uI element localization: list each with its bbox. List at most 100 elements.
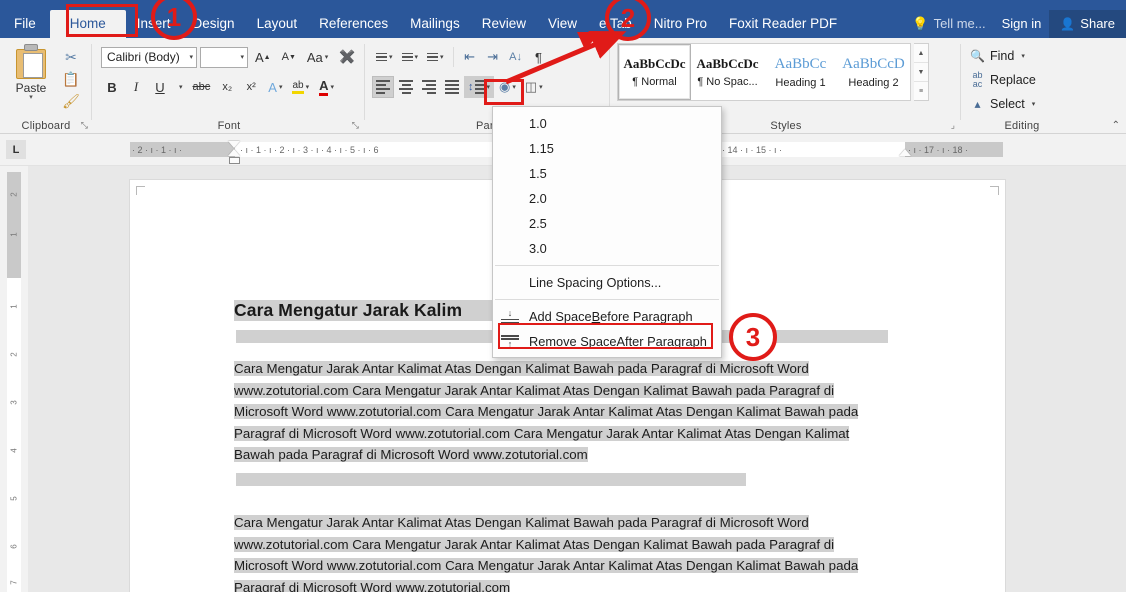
- clear-formatting-icon[interactable]: ✖️: [335, 46, 359, 68]
- tab-file[interactable]: File: [0, 10, 50, 38]
- vruler-tick: 1: [9, 304, 19, 309]
- change-case-button[interactable]: Aa ▾: [303, 46, 332, 68]
- annotation-step-2-label: 2: [620, 2, 636, 33]
- copy-icon[interactable]: 📋: [56, 68, 86, 90]
- cut-icon[interactable]: ✂: [56, 46, 86, 68]
- styles-gallery-scroll[interactable]: ▲ ▼ ≡: [914, 43, 929, 101]
- numbered-list-icon[interactable]: ▾: [398, 46, 423, 68]
- chevron-down-icon[interactable]: ▾: [1021, 52, 1025, 60]
- divider: [91, 44, 92, 120]
- menu-item-1-0[interactable]: 1.0: [493, 111, 721, 136]
- lightbulb-icon: 💡: [912, 16, 929, 31]
- grow-font-button[interactable]: A ▲: [251, 46, 275, 68]
- clipboard-small-buttons: ✂ 📋 🖌: [56, 46, 86, 112]
- annotation-step-1-label: 1: [166, 1, 182, 32]
- bullet-list-icon[interactable]: ▾: [372, 46, 397, 68]
- left-indent-marker[interactable]: [229, 157, 240, 164]
- menu-item-3-0[interactable]: 3.0: [493, 236, 721, 261]
- chevron-down-icon[interactable]: ▾: [1032, 100, 1036, 108]
- right-indent-marker[interactable]: [899, 149, 911, 156]
- tab-stop-selector[interactable]: L: [6, 140, 26, 159]
- paste-dropdown-caret[interactable]: ▾: [8, 94, 54, 101]
- find-label: Find: [990, 49, 1015, 63]
- align-left-icon[interactable]: [372, 76, 394, 98]
- decrease-indent-icon[interactable]: ⇤: [459, 46, 481, 68]
- gallery-more-icon[interactable]: ≡: [914, 82, 928, 100]
- italic-button[interactable]: I: [125, 76, 147, 98]
- line-spacing-dropdown-menu[interactable]: 1.0 1.15 1.5 2.0 2.5 3.0 Line Spacing Op…: [492, 106, 722, 358]
- font-color-icon: A: [319, 78, 329, 96]
- clipboard-dialog-launcher[interactable]: ⤡: [81, 120, 88, 131]
- gallery-scroll-down-icon[interactable]: ▼: [914, 63, 928, 82]
- tab-references[interactable]: References: [308, 10, 399, 38]
- menu-separator: [495, 265, 719, 266]
- gallery-scroll-up-icon[interactable]: ▲: [914, 44, 928, 63]
- style-no-spacing[interactable]: AaBbCcDc ¶ No Spac...: [691, 44, 764, 100]
- align-center-icon[interactable]: [395, 76, 417, 98]
- share-button[interactable]: 👤 Share: [1049, 10, 1126, 38]
- annotation-step-3: 3: [729, 313, 777, 361]
- margin-corner-mark: [136, 186, 145, 195]
- styles-dialog-launcher[interactable]: ⌟: [951, 120, 955, 131]
- tab-mailings[interactable]: Mailings: [399, 10, 471, 38]
- document-paragraph-1[interactable]: Cara Mengatur Jarak Antar Kalimat Atas D…: [234, 358, 889, 466]
- ruler-right-ticks-2: · ı · 17 · ı · 18 ·: [908, 144, 969, 155]
- tell-me-box[interactable]: 💡 Tell me...: [904, 10, 993, 38]
- menu-item-2-0[interactable]: 2.0: [493, 186, 721, 211]
- share-label: Share: [1080, 16, 1115, 31]
- find-button[interactable]: 🔍 Find ▾: [970, 46, 1025, 66]
- group-label-clipboard: Clipboard: [21, 120, 71, 132]
- text-effects-icon: A: [268, 79, 277, 95]
- ruler-main-ticks: · ı · 1 · ı · 2 · ı · 3 · ı · 4 · ı · 5 …: [240, 144, 379, 155]
- search-icon: 🔍: [970, 49, 985, 63]
- first-line-indent-marker[interactable]: [228, 141, 240, 148]
- superscript-button[interactable]: x²: [240, 76, 262, 98]
- divider: [364, 44, 365, 120]
- collapse-ribbon-button[interactable]: ⌃: [1112, 120, 1120, 131]
- paste-button[interactable]: Paste ▾: [8, 44, 54, 101]
- shrink-font-button[interactable]: A ▼: [278, 46, 300, 68]
- style-heading-1[interactable]: AaBbCc Heading 1: [764, 44, 837, 100]
- vertical-ruler[interactable]: 2 1 1 2 3 4 5 6 7: [0, 166, 28, 592]
- font-color-button[interactable]: A ▾: [315, 76, 338, 98]
- tab-nitro-pro[interactable]: Nitro Pro: [643, 10, 718, 38]
- sign-in-button[interactable]: Sign in: [994, 10, 1050, 38]
- menu-item-2-5[interactable]: 2.5: [493, 211, 721, 236]
- style-preview: AaBbCcDc: [696, 56, 759, 71]
- format-painter-icon[interactable]: 🖌: [56, 90, 86, 112]
- bold-button[interactable]: B: [101, 76, 123, 98]
- menu-item-1-5[interactable]: 1.5: [493, 161, 721, 186]
- underline-dropdown-caret[interactable]: ▾: [173, 76, 187, 98]
- chevron-down-icon: ▾: [189, 54, 193, 61]
- add-space-before-label-1: Add Space: [529, 309, 592, 324]
- subscript-button[interactable]: x₂: [216, 76, 238, 98]
- highlight-icon: ab: [292, 80, 304, 94]
- select-button[interactable]: ▴ Select ▾: [970, 94, 1035, 114]
- style-name: ¶ No Spac...: [697, 76, 758, 88]
- font-size-combo[interactable]: ▾: [200, 46, 248, 68]
- replace-button[interactable]: ab ac Replace: [970, 70, 1036, 90]
- tab-layout[interactable]: Layout: [246, 10, 309, 38]
- empty-selected-line-2: [236, 473, 746, 486]
- document-paragraph-2[interactable]: Cara Mengatur Jarak Antar Kalimat Atas D…: [234, 512, 889, 592]
- paste-icon: [14, 44, 48, 80]
- group-label-font: Font: [217, 120, 241, 132]
- align-right-icon[interactable]: [418, 76, 440, 98]
- menu-item-line-spacing-options[interactable]: Line Spacing Options...: [493, 270, 721, 295]
- style-heading-2[interactable]: AaBbCcD Heading 2: [837, 44, 910, 100]
- vruler-tick: 5: [9, 496, 19, 501]
- font-name-combo[interactable]: Calibri (Body) ▾: [101, 46, 197, 68]
- text-highlight-button[interactable]: ab ▾: [288, 76, 313, 98]
- hanging-indent-marker[interactable]: [228, 149, 240, 156]
- text-effects-button[interactable]: A ▾: [264, 76, 286, 98]
- tab-foxit-reader-pdf[interactable]: Foxit Reader PDF: [718, 10, 848, 38]
- replace-label: Replace: [990, 73, 1036, 87]
- strikethrough-button[interactable]: abc: [189, 76, 215, 98]
- margin-corner-mark: [990, 186, 999, 195]
- justify-icon[interactable]: [441, 76, 463, 98]
- multilevel-list-icon[interactable]: ▾: [423, 46, 448, 68]
- font-dialog-launcher[interactable]: ⤡: [352, 120, 359, 131]
- menu-item-1-15[interactable]: 1.15: [493, 136, 721, 161]
- underline-button[interactable]: U: [149, 76, 171, 98]
- font-name-value: Calibri (Body): [107, 50, 180, 64]
